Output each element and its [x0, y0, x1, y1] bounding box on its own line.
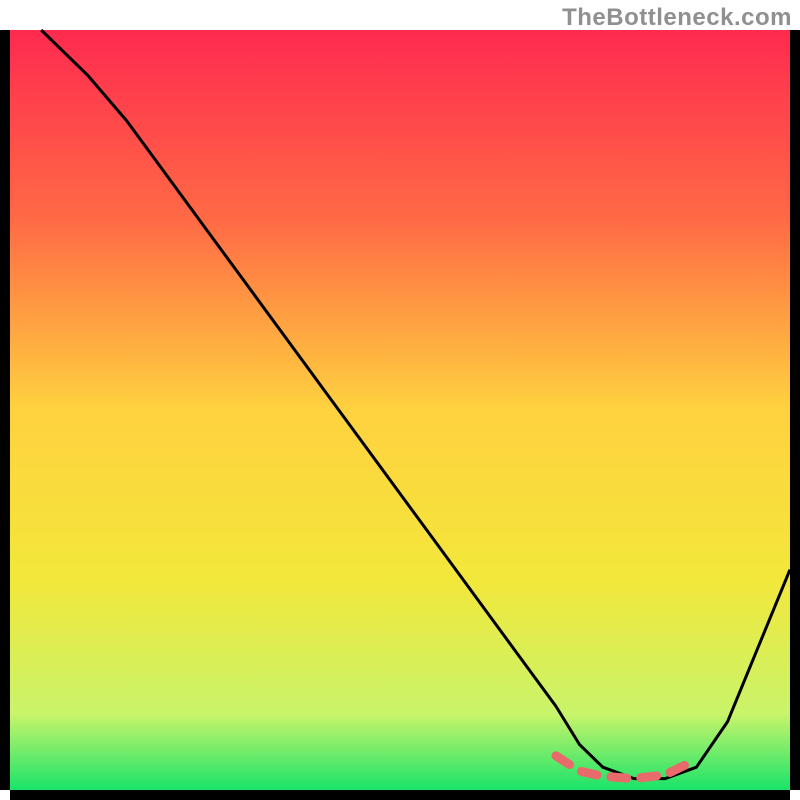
bottleneck-chart [0, 0, 800, 800]
gradient-background [10, 30, 790, 790]
watermark-text: TheBottleneck.com [562, 4, 792, 32]
chart-container: TheBottleneck.com [0, 0, 800, 800]
